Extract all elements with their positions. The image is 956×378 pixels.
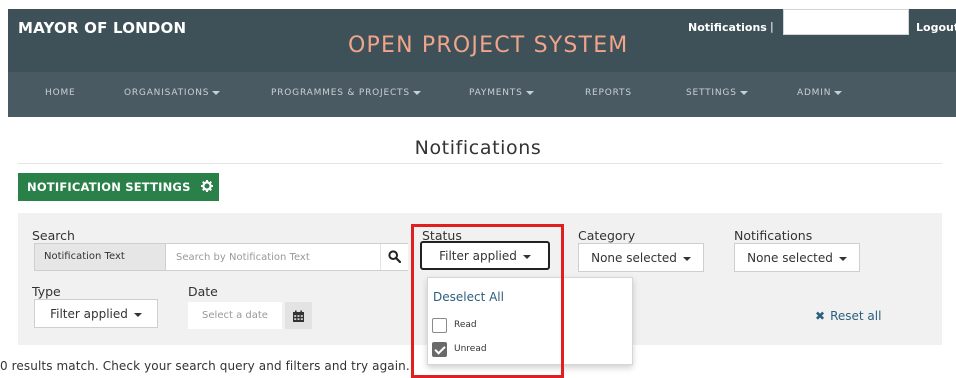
nav-item-label: ADMIN [797, 88, 832, 98]
read-checkbox[interactable] [432, 318, 447, 333]
notifications-dropdown[interactable]: None selected [734, 243, 860, 272]
header-separator: | [770, 20, 774, 33]
nav-item-reports[interactable]: REPORTS [585, 88, 632, 98]
type-dropdown[interactable]: Filter applied [34, 299, 158, 328]
gear-icon [200, 180, 213, 194]
date-input[interactable] [188, 302, 282, 329]
calendar-button[interactable] [285, 302, 312, 329]
nav-item-label: ORGANISATIONS [124, 88, 210, 98]
caret-down-icon [522, 254, 531, 259]
nav-item-admin[interactable]: ADMIN [797, 88, 843, 98]
main-nav: HOME ORGANISATIONS PROGRAMMES & PROJECTS… [8, 72, 956, 117]
notifications-dropdown-value: None selected [747, 251, 833, 265]
nav-item-organisations[interactable]: ORGANISATIONS [124, 88, 221, 98]
caret-down-icon [682, 256, 691, 261]
calendar-icon [292, 308, 305, 327]
caret-down-icon [834, 90, 843, 95]
category-dropdown[interactable]: None selected [578, 243, 704, 272]
system-title: OPEN PROJECT SYSTEM [348, 33, 629, 58]
header-bar: MAYOR OF LONDON OPEN PROJECT SYSTEM Noti… [8, 9, 956, 72]
type-label: Type [32, 284, 61, 299]
page-title: Notifications [414, 137, 542, 159]
status-option-label: Unread [454, 344, 487, 354]
deselect-all-button[interactable]: Deselect All [433, 290, 504, 304]
caret-down-icon [838, 256, 847, 261]
type-dropdown-value: Filter applied [50, 307, 128, 321]
status-dropdown[interactable]: Filter applied [420, 241, 550, 270]
status-dropdown-menu: Deselect All Read Unread [427, 277, 633, 365]
category-label: Category [578, 228, 636, 243]
nav-item-label: REPORTS [585, 88, 632, 98]
caret-down-icon [525, 90, 534, 95]
unread-checkbox[interactable] [432, 342, 447, 357]
title-divider [18, 163, 942, 164]
date-label: Date [188, 284, 218, 299]
logout-link[interactable]: Logout [916, 21, 956, 34]
search-group: Notification Text [34, 243, 408, 271]
caret-down-icon [212, 90, 221, 95]
caret-down-icon [412, 90, 421, 95]
search-field-selector[interactable]: Notification Text [35, 244, 166, 270]
search-icon [388, 248, 402, 267]
caret-down-icon [739, 90, 748, 95]
notification-settings-label: NOTIFICATION SETTINGS [27, 180, 191, 194]
nav-item-label: HOME [45, 88, 76, 98]
nav-item-home[interactable]: HOME [45, 88, 76, 98]
search-button[interactable] [380, 244, 408, 270]
notifications-filter-label: Notifications [734, 228, 813, 243]
reset-all-link[interactable]: ✖ Reset all [815, 309, 881, 323]
nav-item-programmes-projects[interactable]: PROGRAMMES & PROJECTS [271, 88, 421, 98]
close-icon: ✖ [815, 309, 826, 323]
brand-logo[interactable]: MAYOR OF LONDON [18, 19, 186, 37]
reset-all-label: Reset all [830, 309, 882, 323]
search-input[interactable] [166, 244, 380, 270]
notifications-link[interactable]: Notifications [688, 21, 767, 34]
nav-item-label: SETTINGS [686, 88, 737, 98]
notification-settings-button[interactable]: NOTIFICATION SETTINGS [18, 173, 219, 201]
caret-down-icon [133, 312, 142, 317]
category-dropdown-value: None selected [591, 251, 677, 265]
nav-item-payments[interactable]: PAYMENTS [469, 88, 534, 98]
nav-item-settings[interactable]: SETTINGS [686, 88, 748, 98]
header-search-input[interactable] [783, 9, 909, 35]
nav-item-label: PAYMENTS [469, 88, 523, 98]
results-message: 0 results match. Check your search query… [0, 359, 410, 373]
nav-item-label: PROGRAMMES & PROJECTS [271, 88, 410, 98]
status-dropdown-value: Filter applied [439, 249, 517, 263]
search-label: Search [32, 228, 75, 243]
status-option-label: Read [454, 320, 477, 330]
